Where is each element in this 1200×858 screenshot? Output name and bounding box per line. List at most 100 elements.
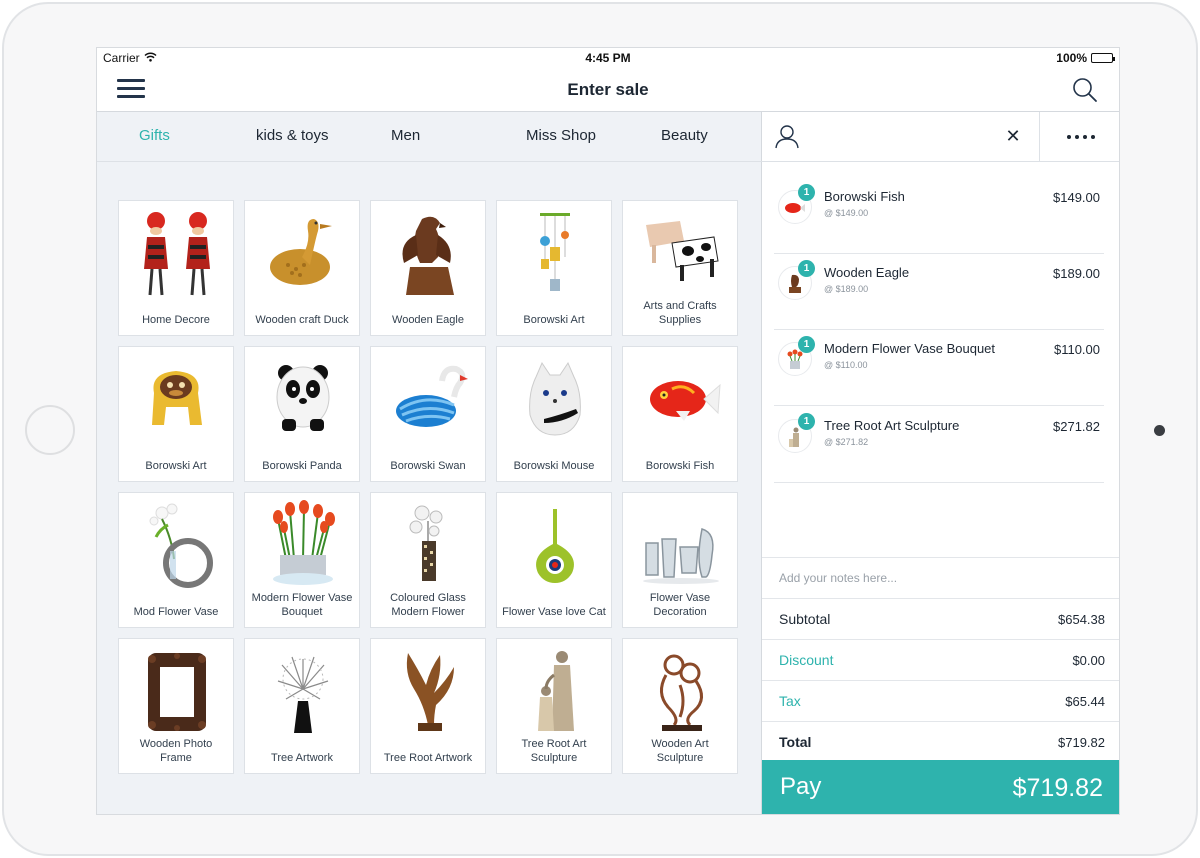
product-tile[interactable]: Mod Flower Vase — [118, 492, 234, 628]
quantity-badge: 1 — [798, 260, 815, 277]
swan-icon — [371, 347, 487, 449]
tax-row: Tax $65.44 — [762, 681, 1119, 722]
green-vase-icon — [497, 493, 613, 595]
item-unit-price: @ $271.82 — [824, 437, 869, 447]
duck-icon — [245, 201, 361, 303]
product-tile[interactable]: Tree Artwork — [244, 638, 360, 774]
ring-vase-icon — [119, 493, 235, 595]
panda-icon — [245, 347, 361, 449]
product-tile[interactable]: Flower Vase Decoration — [622, 492, 738, 628]
product-tile[interactable]: Wooden Eagle — [370, 200, 486, 336]
fish-icon — [623, 347, 739, 449]
tab-kids-toys[interactable]: kids & toys — [256, 127, 329, 144]
item-name: Wooden Eagle — [824, 265, 910, 280]
product-tile[interactable]: Borowski Art — [496, 200, 612, 336]
tab-miss-shop[interactable]: Miss Shop — [526, 127, 596, 144]
item-name: Modern Flower Vase Bouquet — [824, 341, 996, 356]
product-label: Borowski Art — [145, 460, 207, 472]
quantity-badge: 1 — [798, 184, 815, 201]
product-label: Tree Artwork — [271, 752, 333, 764]
battery-percent: 100% — [1056, 51, 1087, 65]
cart-line-item[interactable]: 1 Borowski Fish @ $149.00 $149.00 — [774, 178, 1104, 254]
product-tile[interactable]: Borowski Swan — [370, 346, 486, 482]
discount-value: $0.00 — [1072, 653, 1105, 668]
user-icon[interactable] — [774, 123, 800, 149]
more-options-icon[interactable] — [1039, 112, 1119, 162]
total-value: $719.82 — [1058, 735, 1105, 750]
subtotal-value: $654.38 — [1058, 612, 1105, 627]
cart-line-item[interactable]: 1 Modern Flower Vase Bouquet @ $110.00 $… — [774, 330, 1104, 406]
screen: Carrier 4:45 PM 100% Enter sale Gifts ki… — [96, 47, 1120, 815]
nav-bar: Enter sale — [97, 68, 1119, 112]
family-sculpture-icon — [497, 639, 613, 741]
pay-button[interactable]: Pay $719.82 — [762, 760, 1119, 814]
tax-link[interactable]: Tax — [779, 693, 801, 709]
product-tile[interactable]: Tree Root Artwork — [370, 638, 486, 774]
product-label: Flower Vase Decoration — [649, 592, 711, 618]
item-unit-price: @ $189.00 — [824, 284, 869, 294]
product-label: Arts and Crafts Supplies — [643, 300, 717, 326]
item-price: $189.00 — [1053, 266, 1100, 281]
camera — [1154, 425, 1165, 436]
cart-panel: ✕ 1 Borowski Fish @ $149.00 $149.00 1 Wo… — [762, 112, 1119, 814]
twin-figures-icon — [119, 201, 235, 303]
cart-line-item[interactable]: 1 Tree Root Art Sculpture @ $271.82 $271… — [774, 407, 1104, 483]
product-label: Tree Root Artwork — [383, 752, 473, 764]
product-tile[interactable]: Borowski Fish — [622, 346, 738, 482]
discount-row: Discount $0.00 — [762, 640, 1119, 681]
photo-frame-icon — [119, 639, 235, 741]
product-label: Borowski Mouse — [513, 460, 595, 472]
category-tabs: Gifts kids & toys Men Miss Shop Beauty — [97, 112, 762, 162]
monkey-icon — [119, 347, 235, 449]
product-label: Borowski Panda — [262, 460, 342, 472]
tab-men[interactable]: Men — [391, 127, 420, 144]
quantity-badge: 1 — [798, 413, 815, 430]
quantity-badge: 1 — [798, 336, 815, 353]
product-tile[interactable]: Tree Root Art Sculpture — [496, 638, 612, 774]
item-price: $149.00 — [1053, 190, 1100, 205]
product-label: Wooden Art Sculpture — [651, 738, 709, 764]
glass-vases-icon — [623, 493, 739, 595]
page-title: Enter sale — [567, 80, 649, 99]
product-tile[interactable]: Home Decore — [118, 200, 234, 336]
product-label: Borowski Art — [523, 314, 585, 326]
pay-amount: $719.82 — [1012, 774, 1103, 802]
product-tile[interactable]: Wooden Photo Frame — [118, 638, 234, 774]
tree-icon — [245, 639, 361, 741]
pay-label: Pay — [780, 773, 822, 800]
close-icon[interactable]: ✕ — [1003, 126, 1023, 146]
product-tile[interactable]: Borowski Mouse — [496, 346, 612, 482]
discount-link[interactable]: Discount — [779, 652, 833, 668]
mouse-icon — [497, 347, 613, 449]
item-unit-price: @ $149.00 — [824, 208, 869, 218]
product-tile[interactable]: Arts and Crafts Supplies — [622, 200, 738, 336]
product-tile[interactable]: Coloured Glass Modern Flower — [370, 492, 486, 628]
product-tile[interactable]: Wooden Art Sculpture — [622, 638, 738, 774]
product-label: Wooden Photo Frame — [139, 738, 213, 764]
tab-beauty[interactable]: Beauty — [661, 127, 708, 144]
product-tile[interactable]: Borowski Art — [118, 346, 234, 482]
customer-bar: ✕ — [762, 112, 1119, 162]
product-label: Tree Root Art Sculpture — [521, 738, 587, 764]
glass-flower-icon — [371, 493, 487, 595]
cart-line-item[interactable]: 1 Wooden Eagle @ $189.00 $189.00 — [774, 254, 1104, 330]
mobile-icon — [497, 201, 613, 303]
status-time: 4:45 PM — [585, 51, 631, 65]
product-label: Mod Flower Vase — [133, 606, 219, 618]
home-button[interactable] — [25, 405, 75, 455]
item-name: Borowski Fish — [824, 189, 905, 204]
product-tile[interactable]: Modern Flower Vase Bouquet — [244, 492, 360, 628]
search-icon[interactable] — [1071, 76, 1099, 104]
product-tile[interactable]: Borowski Panda — [244, 346, 360, 482]
tax-value: $65.44 — [1065, 694, 1105, 709]
product-label: Coloured Glass Modern Flower — [390, 592, 466, 618]
product-tile[interactable]: Flower Vase love Cat — [496, 492, 612, 628]
notes-field[interactable]: Add your notes here... — [762, 557, 1119, 599]
hamburger-menu-icon[interactable] — [117, 79, 145, 101]
tab-gifts[interactable]: Gifts — [139, 127, 170, 144]
total-label: Total — [779, 734, 812, 750]
product-tile[interactable]: Wooden craft Duck — [244, 200, 360, 336]
total-row: Total $719.82 — [762, 722, 1119, 763]
product-area: Gifts kids & toys Men Miss Shop Beauty H… — [97, 112, 762, 814]
product-label: Borowski Fish — [645, 460, 715, 472]
